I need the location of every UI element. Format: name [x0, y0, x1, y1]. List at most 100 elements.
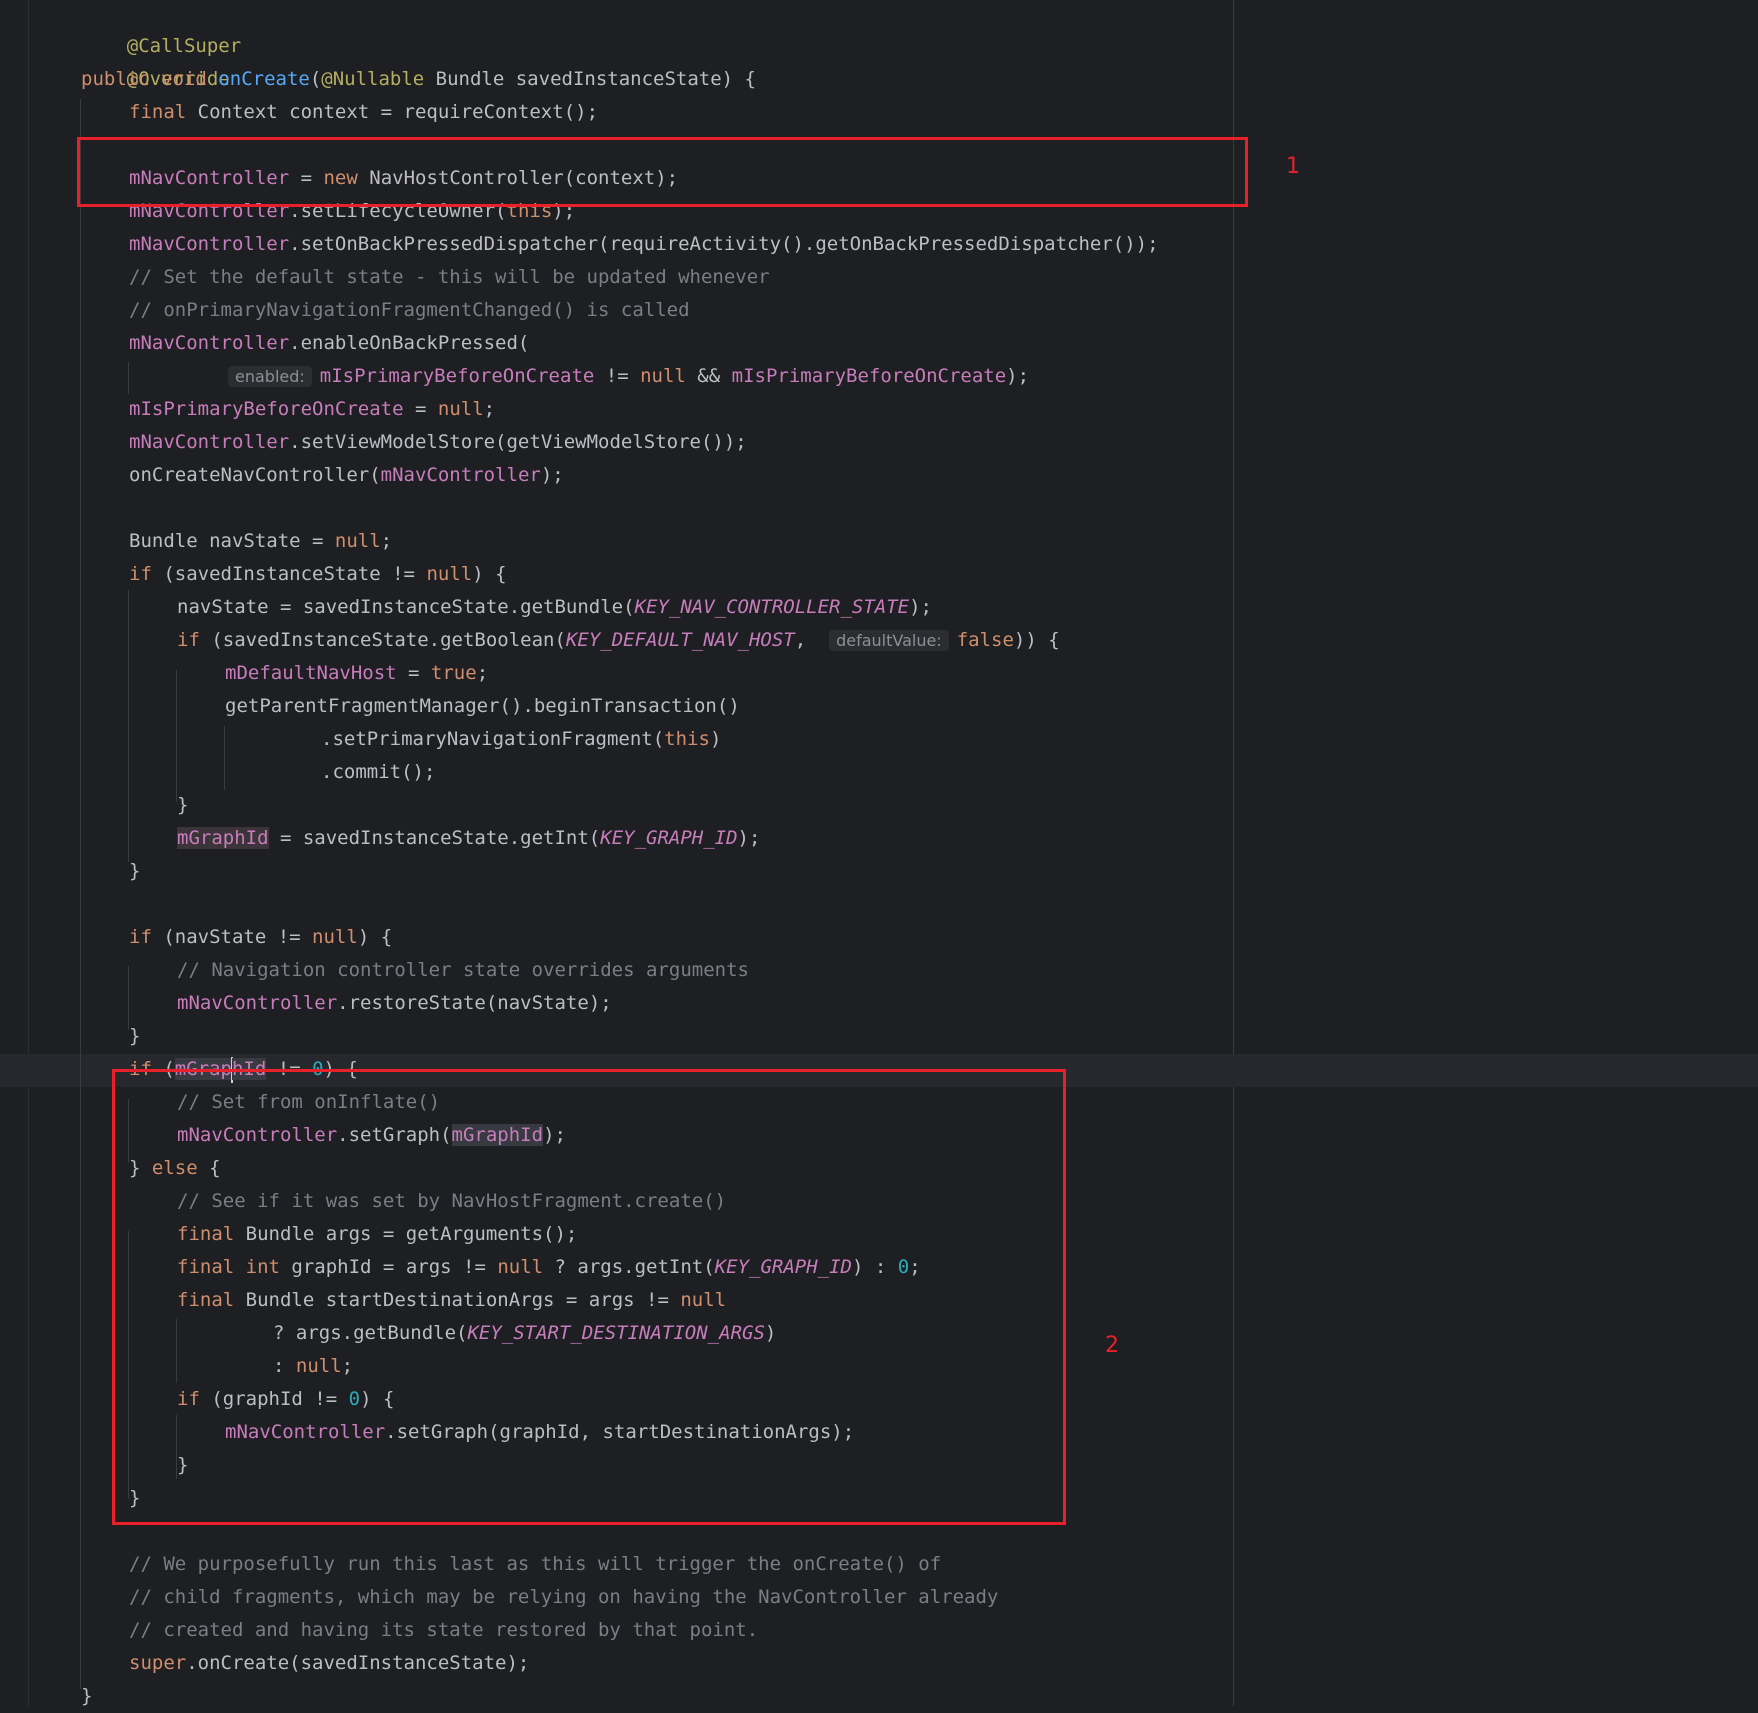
- parameter-hint: enabled:: [228, 366, 312, 387]
- code-line[interactable]: public void onCreate(@Nullable Bundle sa…: [81, 63, 756, 96]
- code-line[interactable]: mGraphId = savedInstanceState.getInt(KEY…: [177, 822, 760, 855]
- code-line[interactable]: mNavController.setOnBackPressedDispatche…: [129, 228, 1159, 261]
- code-line[interactable]: @Override: [81, 30, 230, 90]
- indent-guide: [176, 670, 177, 802]
- annotation-token: @Nullable: [321, 68, 425, 90]
- code-text: .enableOnBackPressed(: [289, 332, 530, 354]
- code-text: ,: [794, 629, 818, 651]
- code-text: (savedInstanceState !=: [151, 563, 427, 585]
- code-text: );: [540, 464, 564, 486]
- highlight-box-label-2: 2: [1105, 1333, 1119, 1358]
- code-text: );: [909, 596, 932, 618]
- code-line[interactable]: @CallSuper: [81, 0, 241, 57]
- code-text: onCreateNavController(: [129, 464, 381, 486]
- code-text: !=: [594, 365, 641, 387]
- code-text: }: [81, 1685, 93, 1707]
- code-text: Context context = requireContext();: [186, 101, 599, 123]
- indent-guide: [128, 362, 129, 394]
- keyword-token: true: [430, 662, 477, 684]
- keyword-token: public: [81, 68, 150, 90]
- keyword-token: null: [334, 530, 381, 552]
- code-comment[interactable]: // onPrimaryNavigationFragmentChanged() …: [129, 294, 690, 327]
- code-comment[interactable]: // created and having its state restored…: [129, 1614, 758, 1647]
- code-line[interactable]: }: [129, 1020, 140, 1053]
- field-token: mNavController: [380, 464, 541, 486]
- code-line[interactable]: mIsPrimaryBeforeOnCreate = null;: [129, 393, 495, 426]
- code-line[interactable]: if (navState != null) {: [129, 921, 392, 954]
- code-text: = savedInstanceState.getInt(: [268, 827, 601, 849]
- keyword-token: null: [437, 398, 484, 420]
- field-token: mNavController: [129, 332, 290, 354]
- keyword-token: void: [161, 68, 207, 90]
- code-line[interactable]: super.onCreate(savedInstanceState);: [129, 1647, 529, 1680]
- keyword-token: null: [312, 926, 358, 948]
- code-line[interactable]: }: [129, 855, 140, 888]
- code-line[interactable]: if (savedInstanceState != null) {: [129, 558, 507, 591]
- field-token: mDefaultNavHost: [225, 662, 397, 684]
- field-token: mNavController: [129, 431, 290, 453]
- code-text: navState = savedInstanceState.getBundle(: [177, 596, 635, 618]
- constant-token: KEY_DEFAULT_NAV_HOST: [565, 629, 795, 651]
- code-line[interactable]: final Context context = requireContext()…: [129, 96, 598, 129]
- code-comment[interactable]: // child fragments, which may be relying…: [129, 1581, 998, 1614]
- code-text: ;: [483, 398, 496, 420]
- code-text: }: [129, 860, 141, 882]
- code-text: =: [396, 662, 431, 684]
- code-text: Bundle savedInstanceState) {: [424, 68, 756, 90]
- constant-token: KEY_NAV_CONTROLLER_STATE: [634, 596, 910, 618]
- keyword-token: null: [426, 563, 473, 585]
- code-text: .onCreate(savedInstanceState);: [186, 1652, 530, 1674]
- field-token: mIsPrimaryBeforeOnCreate: [129, 398, 404, 420]
- code-text: .setPrimaryNavigationFragment(: [321, 728, 665, 750]
- field-token: mNavController: [177, 992, 338, 1014]
- keyword-token: if: [129, 563, 152, 585]
- code-text: &&: [685, 365, 732, 387]
- code-comment[interactable]: // Set the default state - this will be …: [129, 261, 770, 294]
- code-text: .setOnBackPressedDispatcher(requireActiv…: [289, 233, 1159, 255]
- code-comment[interactable]: // We purposefully run this last as this…: [129, 1548, 941, 1581]
- code-line[interactable]: mNavController.enableOnBackPressed(: [129, 327, 529, 360]
- highlight-box-2: [112, 1069, 1066, 1525]
- code-line[interactable]: Bundle navState = null;: [129, 525, 392, 558]
- code-text: .restoreState(navState);: [337, 992, 612, 1014]
- code-text: (savedInstanceState.getBoolean(: [199, 629, 566, 651]
- code-line[interactable]: enabled: mIsPrimaryBeforeOnCreate != null…: [228, 360, 1029, 393]
- code-text: Bundle navState =: [129, 530, 335, 552]
- field-token: mIsPrimaryBeforeOnCreate: [319, 365, 595, 387]
- code-text: );: [1006, 365, 1030, 387]
- code-line[interactable]: navState = savedInstanceState.getBundle(…: [177, 591, 932, 624]
- keyword-token: null: [640, 365, 686, 387]
- code-text: (navState !=: [151, 926, 313, 948]
- code-text: );: [737, 827, 761, 849]
- code-line[interactable]: onCreateNavController(mNavController);: [129, 459, 564, 492]
- keyword-token: final: [129, 101, 187, 123]
- code-line[interactable]: }: [177, 789, 188, 822]
- code-text: ;: [476, 662, 489, 684]
- highlight-box-1: [77, 137, 1248, 207]
- code-line[interactable]: if (savedInstanceState.getBoolean(KEY_DE…: [177, 624, 1060, 657]
- code-text: }: [177, 794, 189, 816]
- field-token: mNavController: [129, 233, 290, 255]
- code-comment[interactable]: // Navigation controller state overrides…: [177, 954, 749, 987]
- field-token: mIsPrimaryBeforeOnCreate: [731, 365, 1007, 387]
- keyword-token: if: [177, 629, 200, 651]
- code-text: .commit();: [321, 761, 436, 783]
- code-text: )) {: [1013, 629, 1060, 651]
- code-line[interactable]: getParentFragmentManager().beginTransact…: [225, 690, 740, 723]
- code-line[interactable]: mNavController.restoreState(navState);: [177, 987, 612, 1020]
- constant-token: KEY_GRAPH_ID: [600, 827, 738, 849]
- indent-guide: [128, 590, 129, 862]
- code-text: ) {: [472, 563, 507, 585]
- code-line[interactable]: }: [81, 1680, 92, 1713]
- code-line[interactable]: .commit();: [321, 756, 435, 789]
- code-text: (: [309, 68, 322, 90]
- code-text: }: [129, 1025, 141, 1047]
- code-line[interactable]: mDefaultNavHost = true;: [225, 657, 488, 690]
- code-line[interactable]: .setPrimaryNavigationFragment(this): [321, 723, 721, 756]
- gutter-divider: [28, 0, 29, 1706]
- code-editor[interactable]: @CallSuper @Override public void onCreat…: [0, 0, 1758, 1707]
- code-text: ;: [380, 530, 393, 552]
- code-text: getParentFragmentManager().beginTransact…: [225, 695, 740, 717]
- keyword-token: false: [956, 629, 1014, 651]
- code-line[interactable]: mNavController.setViewModelStore(getView…: [129, 426, 747, 459]
